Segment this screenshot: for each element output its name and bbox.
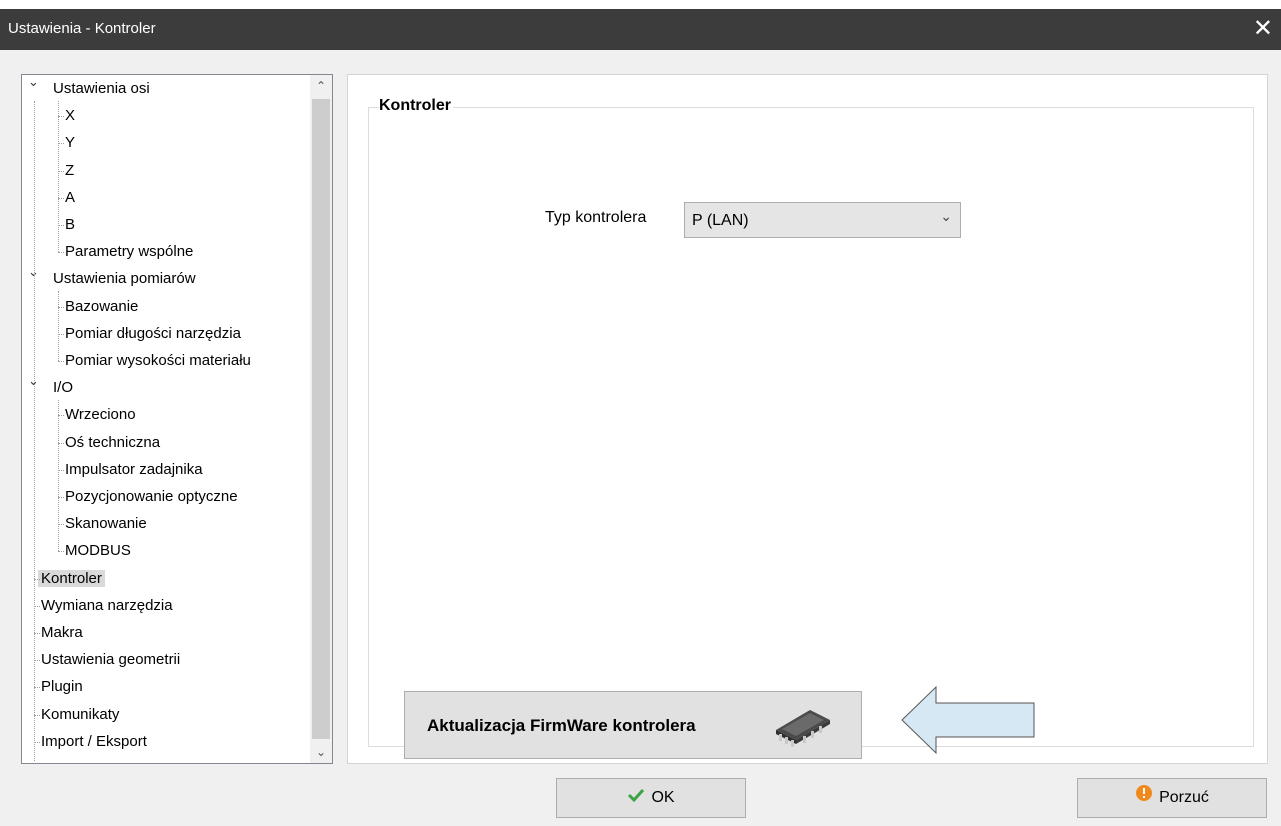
tree-item[interactable]: Parametry wspólne <box>62 240 196 264</box>
tree-item[interactable]: Ustawienia pomiarów <box>50 267 199 291</box>
scroll-thumb[interactable] <box>312 99 330 739</box>
tree-item[interactable]: Kontroler <box>38 567 105 591</box>
ok-label: OK <box>651 789 675 807</box>
window-title: Ustawienia - Kontroler <box>8 20 156 37</box>
tree-item[interactable]: Z <box>62 159 77 183</box>
tree-item[interactable]: B <box>62 213 78 237</box>
tree-item-label: B <box>65 216 76 233</box>
content-panel: Kontroler Typ kontrolera P (LAN) ⌄ Aktua… <box>347 74 1268 764</box>
tree-connector <box>58 101 59 253</box>
controller-type-label: Typ kontrolera <box>545 209 647 226</box>
tree-item[interactable]: Ustawienia osi <box>50 77 153 101</box>
controller-type-value: P (LAN) <box>692 212 749 229</box>
tree-item[interactable]: Plugin <box>38 675 86 699</box>
tree-scrollbar[interactable]: ⌃ ⌄ <box>310 75 332 763</box>
cancel-button[interactable]: Porzuć <box>1077 778 1267 818</box>
tree-item[interactable]: Pomiar wysokości materiału <box>62 349 254 373</box>
title-bar: Ustawienia - Kontroler ✕ <box>0 9 1281 50</box>
firmware-update-label: Aktualizacja FirmWare kontrolera <box>427 716 696 735</box>
tree-item[interactable]: Impulsator zadajnika <box>62 458 206 482</box>
tree-item-label: Plugin <box>41 678 83 696</box>
tree-item-label: Impulsator zadajnika <box>65 460 203 478</box>
scroll-down-icon[interactable]: ⌄ <box>310 741 332 763</box>
tree-item-label: A <box>65 188 76 206</box>
tree-item-label: Skanowanie <box>65 515 147 533</box>
tree-item-label: Ustawienia pomiarów <box>53 270 196 288</box>
controller-type-select[interactable]: P (LAN) ⌄ <box>684 202 961 238</box>
tree-item-label: Pomiar długości narzędzia <box>65 324 241 342</box>
tree-item[interactable]: Pomiar długości narzędzia <box>62 322 244 346</box>
tree-item[interactable]: I/O <box>50 376 76 400</box>
tree-item[interactable]: Skanowanie <box>62 512 150 536</box>
ok-button[interactable]: OK <box>556 778 746 818</box>
tree-item-label: Ustawienia geometrii <box>41 651 181 669</box>
chip-icon <box>770 704 834 752</box>
tree-item-label: Wrzeciono <box>65 406 136 424</box>
tree-item[interactable]: Y <box>62 131 78 155</box>
tree-connector <box>58 551 64 553</box>
settings-tree[interactable]: ⌃ ⌄ Ustawienia osi ⌄ X Y Z A B Parametry wspóln… <box>21 74 333 764</box>
tree-item[interactable]: Wymiana narzędzia <box>38 594 176 618</box>
tree-connector <box>58 252 64 254</box>
chevron-down-icon[interactable]: ⌄ <box>28 75 39 90</box>
tree-item[interactable]: Komunikaty <box>38 703 122 727</box>
controller-group: Kontroler Typ kontrolera P (LAN) ⌄ Aktua… <box>368 97 1254 759</box>
tree-item[interactable]: A <box>62 186 78 210</box>
checkmark-icon <box>627 779 645 817</box>
tree-item[interactable]: X <box>62 104 78 128</box>
tree-item[interactable]: Pozycjonowanie optyczne <box>62 485 241 509</box>
top-strip <box>0 0 1281 9</box>
tree-item-label: Makra <box>41 624 83 641</box>
tree-item-label: Y <box>65 134 76 152</box>
tree-item[interactable]: Makra <box>38 621 86 645</box>
cancel-label: Porzuć <box>1159 789 1209 807</box>
tree-item[interactable]: Ustawienia geometrii <box>38 648 183 672</box>
tree-item-label: Parametry wspólne <box>65 243 194 261</box>
group-title: Kontroler <box>379 97 453 115</box>
tree-item-label: I/O <box>53 379 74 397</box>
tree-item[interactable]: Oś techniczna <box>62 431 163 455</box>
tree-item[interactable]: MODBUS <box>62 539 134 563</box>
arrow-left-icon <box>900 685 1036 759</box>
tree-connector <box>58 291 59 361</box>
tree-item-label: Pozycjonowanie optyczne <box>65 488 238 505</box>
tree-item-label: Bazowanie <box>65 297 139 315</box>
tree-item-label: Kontroler <box>38 569 105 587</box>
tree-item-label: Import / Eksport <box>41 732 147 750</box>
tree-item-label: Wymiana narzędzia <box>41 596 173 614</box>
tree-item-label: Ustawienia osi <box>53 80 150 97</box>
tree-item[interactable]: Import / Eksport <box>38 730 150 754</box>
scroll-up-icon[interactable]: ⌃ <box>310 75 332 97</box>
chevron-down-icon: ⌄ <box>940 209 952 225</box>
tree-item-label: Komunikaty <box>41 705 120 723</box>
tree-connector <box>34 101 35 761</box>
firmware-update-button[interactable]: Aktualizacja FirmWare kontrolera <box>404 691 862 759</box>
tree-item-label: MODBUS <box>65 542 131 560</box>
tree-connector <box>58 400 59 552</box>
tree-item-label: X <box>65 107 76 125</box>
tree-item-label: Pomiar wysokości materiału <box>65 352 251 369</box>
tree-item[interactable]: Wrzeciono <box>62 403 139 427</box>
tree-connector <box>58 361 64 362</box>
warning-icon <box>1135 779 1153 817</box>
tree-item-label: Z <box>65 161 75 179</box>
tree-item[interactable]: Bazowanie <box>62 295 141 319</box>
close-icon[interactable]: ✕ <box>1253 15 1273 41</box>
tree-item-label: Oś techniczna <box>65 433 161 451</box>
